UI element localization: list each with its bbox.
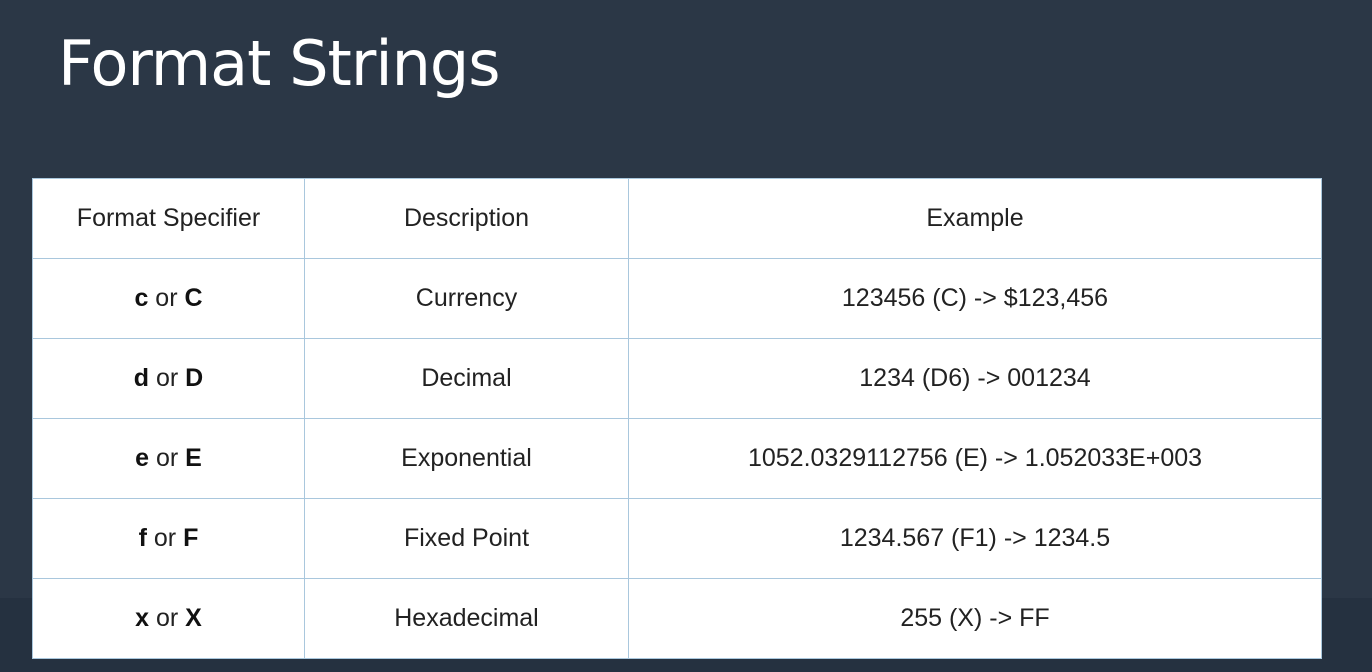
header-description: Description xyxy=(304,178,629,259)
description-cell: Exponential xyxy=(304,418,629,499)
specifier-upper: C xyxy=(184,284,203,312)
header-format-specifier: Format Specifier xyxy=(32,178,305,259)
specifier-lower: f xyxy=(138,524,147,552)
specifier-lower: d xyxy=(133,364,150,392)
specifier-separator: or xyxy=(146,524,184,552)
description-cell: Decimal xyxy=(304,338,629,419)
header-example: Example xyxy=(628,178,1322,259)
specifier-separator: or xyxy=(148,284,185,312)
table-row: d or D Decimal 1234 (D6) -> 001234 xyxy=(32,338,1322,419)
table-row: x or X Hexadecimal 255 (X) -> FF xyxy=(32,578,1322,659)
slide-title: Format Strings xyxy=(58,27,501,100)
specifier-lower: x xyxy=(135,604,150,632)
specifier-cell: x or X xyxy=(32,578,305,659)
example-cell: 255 (X) -> FF xyxy=(628,578,1322,659)
specifier-cell: c or C xyxy=(32,258,305,339)
specifier-separator: or xyxy=(149,444,186,472)
table-row: c or C Currency 123456 (C) -> $123,456 xyxy=(32,258,1322,339)
example-cell: 1234.567 (F1) -> 1234.5 xyxy=(628,498,1322,579)
table-row: e or E Exponential 1052.0329112756 (E) -… xyxy=(32,418,1322,499)
specifier-separator: or xyxy=(149,364,186,392)
specifier-separator: or xyxy=(149,604,186,632)
table-row: f or F Fixed Point 1234.567 (F1) -> 1234… xyxy=(32,498,1322,579)
specifier-lower: c xyxy=(134,284,149,312)
description-cell: Currency xyxy=(304,258,629,339)
example-cell: 1052.0329112756 (E) -> 1.052033E+003 xyxy=(628,418,1322,499)
example-cell: 1234 (D6) -> 001234 xyxy=(628,338,1322,419)
description-cell: Fixed Point xyxy=(304,498,629,579)
specifier-cell: d or D xyxy=(32,338,305,419)
specifier-cell: f or F xyxy=(32,498,305,579)
specifier-cell: e or E xyxy=(32,418,305,499)
table-header-row: Format Specifier Description Example xyxy=(32,178,1322,259)
specifier-upper: D xyxy=(185,364,204,392)
specifier-upper: F xyxy=(183,524,199,552)
format-strings-table: Format Specifier Description Example c o… xyxy=(32,178,1322,659)
description-cell: Hexadecimal xyxy=(304,578,629,659)
specifier-upper: X xyxy=(185,604,202,632)
specifier-lower: e xyxy=(135,444,150,472)
example-cell: 123456 (C) -> $123,456 xyxy=(628,258,1322,339)
specifier-upper: E xyxy=(185,444,202,472)
